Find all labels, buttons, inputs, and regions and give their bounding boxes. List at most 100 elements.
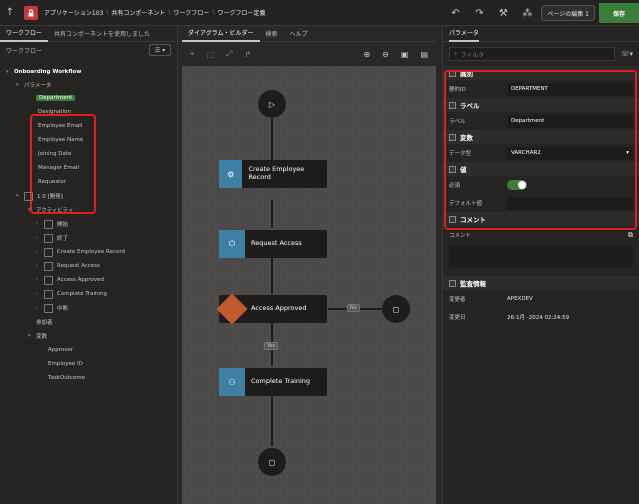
center-panel: ダイアグラム・ビルダー 検索 ヘルプ ⌖ ⬚ ⤢ ↱ ⊕ ⊖ ▣ ▤ ▷ ⚙ C…	[182, 26, 436, 504]
changed-by-value: APEXDEV	[507, 296, 533, 302]
select-tool-icon[interactable]: ⬚	[207, 50, 215, 59]
page-edit-button[interactable]: ページの編集 1	[541, 5, 595, 21]
tab-workflow[interactable]: ワークフロー	[0, 26, 49, 42]
tree-activities-label: アクティビティ	[36, 208, 74, 214]
activity-label: Access Approved	[57, 277, 104, 283]
param-item[interactable]: Employee Email	[38, 120, 82, 132]
tab-search[interactable]: 検索	[260, 26, 284, 42]
up-arrow-icon[interactable]: ↑	[0, 3, 20, 23]
changed-on-label: 変更日	[449, 315, 466, 321]
phone-menu-icon[interactable]: ☏▾	[621, 50, 633, 58]
tree-root-label: Onboarding Workflow	[14, 69, 82, 75]
filter-input[interactable]: ⌕ フィルタ	[449, 47, 615, 61]
zoom-out-icon[interactable]: ⊖	[382, 50, 389, 59]
variable-item[interactable]: TaskOutcome	[48, 372, 85, 384]
tree-params[interactable]: ▾ パラメータ	[16, 79, 51, 91]
connect-tool-icon[interactable]: ⌖	[190, 49, 195, 59]
activity-item[interactable]: › Create Employee Record	[36, 246, 125, 258]
param-label: Requestor	[38, 179, 66, 185]
left-panel: ワークフロー 共有コンポーネントを使用しました ワークフロー ☰ ▾ ▾ Onbo…	[0, 26, 178, 504]
param-item[interactable]: Joining Date	[38, 148, 71, 160]
activity-label: 終了	[57, 236, 69, 242]
activity-label: Request Access	[57, 263, 100, 269]
node-complete-training[interactable]: ⚇ Complete Training	[219, 368, 327, 396]
tab-parameters[interactable]: パラメータ	[449, 26, 479, 42]
shared-components-icon[interactable]: ⁂	[517, 3, 537, 23]
edge-yes-label[interactable]: Yes	[264, 342, 279, 350]
param-label: Joining Date	[38, 151, 72, 157]
tab-shared-used[interactable]: 共有コンポーネントを使用しました	[48, 26, 156, 42]
fit-icon[interactable]: ▣	[401, 50, 409, 59]
node-label: Request Access	[251, 239, 302, 248]
node-create-employee[interactable]: ⚙ Create Employee Record	[219, 160, 327, 188]
variable-item[interactable]: Approver	[48, 344, 73, 356]
crumb-workflow[interactable]: ワークフロー	[173, 8, 209, 17]
undo-icon[interactable]: ↶	[445, 3, 465, 23]
tree-participants[interactable]: 参加者	[36, 316, 53, 328]
variable-item[interactable]: Employee ID	[48, 358, 83, 370]
node-access-approved[interactable]: Access Approved	[216, 293, 327, 325]
tree-root[interactable]: ▾ Onboarding Workflow	[6, 66, 81, 78]
end-icon	[44, 233, 53, 243]
tree-params-label: パラメータ	[24, 83, 52, 89]
variable-label: Approver	[48, 347, 74, 353]
utilities-icon[interactable]: ⚒	[493, 3, 513, 23]
node-label: Complete Training	[251, 377, 311, 386]
param-label: Manager Email	[38, 165, 80, 171]
tree-menu-button[interactable]: ☰ ▾	[149, 44, 171, 56]
activity-item[interactable]: › 開始	[36, 218, 68, 230]
comment-textarea[interactable]	[449, 246, 633, 268]
node-label: Create Employee Record	[248, 165, 305, 181]
changed-on-value: 26-1月 -2024 02:24:59	[507, 315, 570, 321]
expand-tool-icon[interactable]: ⤢	[226, 49, 232, 59]
filter-placeholder: フィルタ	[460, 51, 485, 59]
activity-item[interactable]: › 終了	[36, 232, 68, 244]
diagram-canvas[interactable]: ▷ ⚙ Create Employee Record ⏻ Request Acc…	[182, 66, 436, 504]
param-item[interactable]: Designation	[38, 106, 71, 118]
tree-activities[interactable]: ▾ アクティビティ	[28, 204, 74, 216]
param-item[interactable]: Employee Name	[38, 134, 83, 146]
crumb-app[interactable]: アプリケーション103	[44, 8, 103, 17]
left-subheader: ワークフロー	[6, 47, 43, 55]
zoom-in-icon[interactable]: ⊕	[363, 50, 370, 59]
param-item[interactable]: Department	[36, 92, 76, 104]
activity-item[interactable]: › Request Access	[36, 260, 100, 272]
activity-item[interactable]: › 中断	[36, 302, 68, 314]
activity-item[interactable]: › Access Approved	[36, 274, 104, 286]
variable-label: Employee ID	[48, 361, 83, 367]
redo-icon[interactable]: ↷	[469, 3, 489, 23]
tree-version[interactable]: ▾ 1.0 [開発]	[16, 190, 63, 202]
tab-diagram-builder[interactable]: ダイアグラム・ビルダー	[182, 26, 260, 42]
param-label: Department	[36, 95, 76, 101]
param-item[interactable]: Requestor	[38, 176, 66, 188]
node-request-access[interactable]: ⏻ Request Access	[219, 230, 327, 258]
breadcrumb: アプリケーション103 \ 共有コンポーネント \ ワークフロー \ ワークフロ…	[44, 8, 266, 17]
param-label: Employee Name	[38, 137, 84, 143]
end-node[interactable]: ◻	[258, 448, 286, 476]
layout-icon[interactable]: ▤	[420, 50, 428, 59]
gear-icon	[44, 247, 53, 257]
app-lock-icon	[24, 5, 38, 20]
activity-label: Create Employee Record	[57, 249, 126, 255]
end-node-no[interactable]: ◻	[382, 295, 410, 323]
start-node[interactable]: ▷	[258, 90, 286, 118]
plug-icon	[44, 261, 53, 271]
required-toggle[interactable]	[507, 180, 527, 190]
tree-variables[interactable]: ▾ 変数	[28, 330, 47, 342]
page-edit-label: ページの編集 1	[547, 10, 589, 18]
param-item[interactable]: Manager Email	[38, 162, 79, 174]
crumb-shared[interactable]: 共有コンポーネント	[111, 8, 165, 17]
activity-label: 開始	[57, 222, 69, 228]
variable-label: TaskOutcome	[48, 375, 85, 381]
activity-label: Complete Training	[57, 291, 107, 297]
tab-help[interactable]: ヘルプ	[284, 26, 314, 42]
activity-item[interactable]: › Complete Training	[36, 288, 107, 300]
route-tool-icon[interactable]: ↱	[244, 50, 251, 59]
save-button[interactable]: 保存	[599, 3, 639, 23]
param-label: Employee Email	[38, 123, 83, 129]
start-icon	[44, 219, 53, 229]
stop-icon	[44, 303, 53, 313]
expand-icon[interactable]: ⧉	[628, 231, 633, 240]
section-audit[interactable]: 監査情報	[443, 276, 639, 290]
edge-no-label[interactable]: No	[347, 304, 360, 312]
